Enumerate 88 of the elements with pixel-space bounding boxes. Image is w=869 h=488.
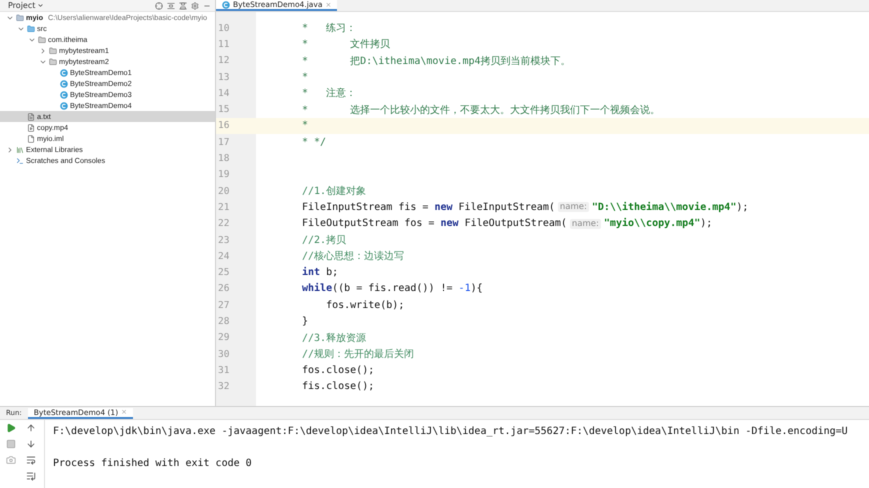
class-icon [60,80,68,88]
line-number: 31 [217,364,230,376]
library-icon [16,146,24,154]
code-text: "myio\\copy.mp4" [604,218,700,230]
line-number: 32 [217,381,230,392]
code-text: new [434,202,453,213]
line-number: 30 [217,348,230,360]
code-text: -1 [458,283,471,294]
arrow-up-icon[interactable] [26,423,36,433]
code-text: //1.创建对象 [302,184,366,198]
code-text: new [440,218,459,230]
class-icon [60,90,68,98]
console-line: F:\develop\jdk\bin\java.exe -javaagent:F:\develop\idea\IntelliJ\lib\idea_rt.jar=55627:F:\develop\idea\IntelliJ\bin -Dfile.encoding=U [53,425,849,439]
code-text: FileOutputStream( [464,218,567,230]
line-number: 21 [217,202,230,213]
scroll-to-end-icon[interactable] [26,471,36,481]
arrow-down-icon[interactable] [26,439,36,449]
line-number: 25 [217,267,230,278]
line-number: 28 [217,316,230,327]
code-text: * 把D:\itheima\movie.mp4拷贝到当前模块下。 [302,54,571,68]
line-number: 23 [217,234,230,246]
folder-icon [27,24,35,32]
line-number: 24 [217,250,230,262]
code-text: * 练习： [302,22,356,36]
code-text: fis.close(); [302,381,374,392]
text-file-icon [27,112,35,120]
code-text: * 注意： [302,86,356,100]
code-text: * [302,120,308,132]
line-number: 13 [217,72,230,83]
code-text: * [302,72,308,83]
line-number: 19 [217,169,230,180]
run-icon[interactable] [6,423,16,433]
code-text: b; [325,267,338,278]
expand-icon[interactable] [167,2,175,10]
folder-icon [49,58,57,66]
code-text: fos.close(); [302,364,374,376]
class-icon [60,102,68,110]
code-text: //核心思想：边读边写 [302,250,404,264]
code-text: FileInputStream( [458,202,555,213]
wrap-icon[interactable] [26,455,36,465]
folder-icon [38,36,46,44]
file-icon [27,134,35,142]
console-line: Process finished with exit code 0 [53,457,253,471]
line-number: 20 [217,186,230,197]
folder-icon [49,46,57,54]
code-text: //2.拷贝 [302,234,346,247]
code-text: fos.write(b); [325,300,404,311]
code-text: ){ [470,283,483,294]
line-number: 27 [217,300,230,311]
chevron-right-icon[interactable] [6,146,14,154]
line-number: 10 [217,22,230,34]
code-text: } [302,316,308,327]
class-icon [60,68,68,76]
code-text: ); [700,218,712,230]
class-icon [222,0,230,8]
collapse-icon[interactable] [179,2,187,10]
line-number: 29 [217,332,230,344]
video-file-icon [27,124,35,132]
code-text: FileOutputStream fos = [302,218,436,230]
code-text: * 文件拷贝 [302,38,390,52]
line-number: 26 [217,283,230,294]
line-number: 17 [217,136,230,148]
code-text: "D:\\itheima\\movie.mp4" [592,202,736,213]
line-number: 18 [217,153,230,164]
code-text: //3.释放资源 [302,332,366,345]
parameter-hint: name: [570,218,601,229]
code-text: FileInputStream fis = [302,202,430,213]
code-text: //规则：先开的最后关闭 [302,348,414,362]
settings-icon[interactable] [191,2,199,10]
panel-title[interactable]: Project [8,1,36,10]
folder-icon [16,14,24,22]
code-text: ((b = fis.read()) != [332,283,454,294]
line-number: 15 [217,104,230,116]
line-number: 16 [217,120,230,132]
code-text: * 选择一个比较小的文件，不要太大。大文件拷贝我们下一个视频会说。 [302,104,660,117]
code-text: int [302,267,320,278]
line-number: 11 [217,38,230,50]
parameter-hint: name: [558,202,589,212]
caret-icon[interactable] [37,2,44,9]
console-icon [16,156,24,164]
line-number: 14 [217,88,230,99]
line-number: 12 [217,55,230,66]
crosshair-icon[interactable] [155,2,163,10]
code-text: while [302,283,332,294]
chevron-right-icon[interactable] [39,46,47,54]
code-text: * */ [302,136,326,148]
code-text: ); [736,202,748,213]
line-number: 22 [217,218,230,230]
